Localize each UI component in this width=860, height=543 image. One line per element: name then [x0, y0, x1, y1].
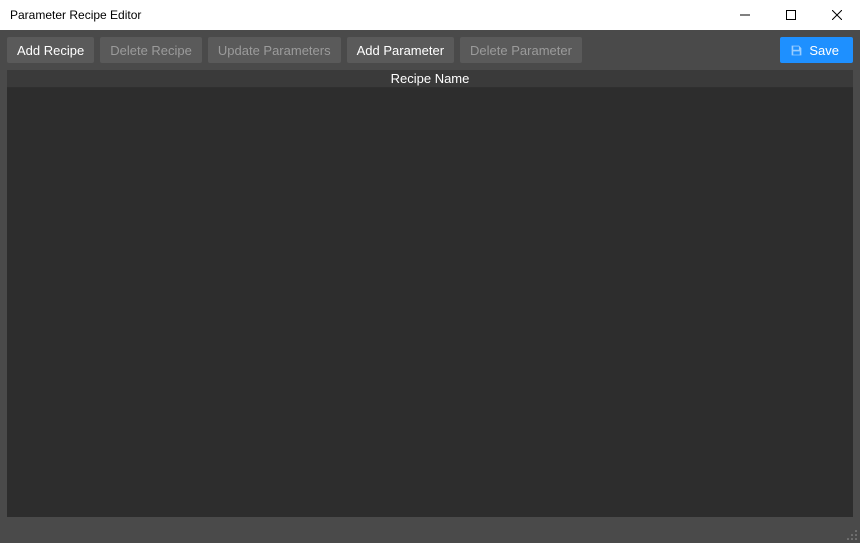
table-header: Recipe Name [7, 70, 853, 88]
table-body[interactable] [7, 88, 853, 517]
delete-recipe-button: Delete Recipe [100, 37, 202, 63]
recipe-table: Recipe Name [7, 70, 853, 517]
titlebar: Parameter Recipe Editor [0, 0, 860, 30]
update-parameters-button: Update Parameters [208, 37, 341, 63]
add-parameter-button[interactable]: Add Parameter [347, 37, 454, 63]
minimize-button[interactable] [722, 0, 768, 30]
close-button[interactable] [814, 0, 860, 30]
column-header-recipe-name: Recipe Name [391, 71, 470, 86]
window-controls [722, 0, 860, 30]
save-button[interactable]: Save [780, 37, 853, 63]
window-title: Parameter Recipe Editor [10, 8, 141, 22]
delete-parameter-button: Delete Parameter [460, 37, 582, 63]
save-icon [790, 44, 803, 57]
close-icon [832, 10, 842, 20]
toolbar: Add Recipe Delete Recipe Update Paramete… [7, 37, 853, 63]
maximize-icon [786, 10, 796, 20]
save-button-label: Save [809, 43, 839, 58]
minimize-icon [740, 10, 750, 20]
client-area: Add Recipe Delete Recipe Update Paramete… [0, 30, 860, 543]
maximize-button[interactable] [768, 0, 814, 30]
add-recipe-button[interactable]: Add Recipe [7, 37, 94, 63]
resize-grip-icon[interactable] [846, 529, 858, 541]
